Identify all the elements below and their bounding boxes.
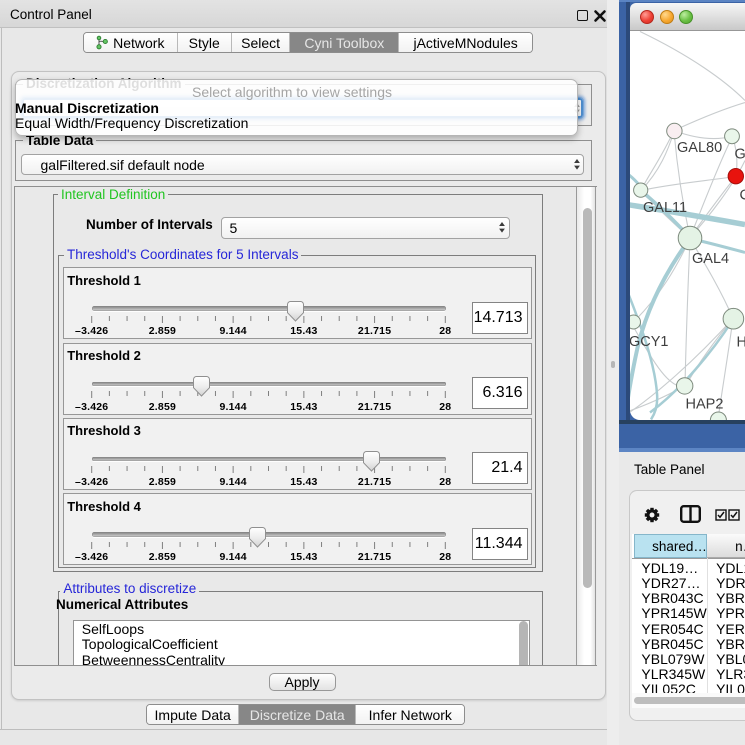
svg-text:C: C bbox=[740, 187, 745, 203]
svg-text:H: H bbox=[737, 334, 745, 350]
svg-text:HAP2: HAP2 bbox=[686, 396, 724, 412]
svg-text:GAL4: GAL4 bbox=[692, 251, 729, 267]
svg-text:GCY1: GCY1 bbox=[630, 334, 669, 350]
svg-text:GAL11: GAL11 bbox=[643, 200, 687, 216]
svg-text:GA: GA bbox=[735, 146, 745, 162]
svg-text:GAL80: GAL80 bbox=[677, 140, 722, 156]
